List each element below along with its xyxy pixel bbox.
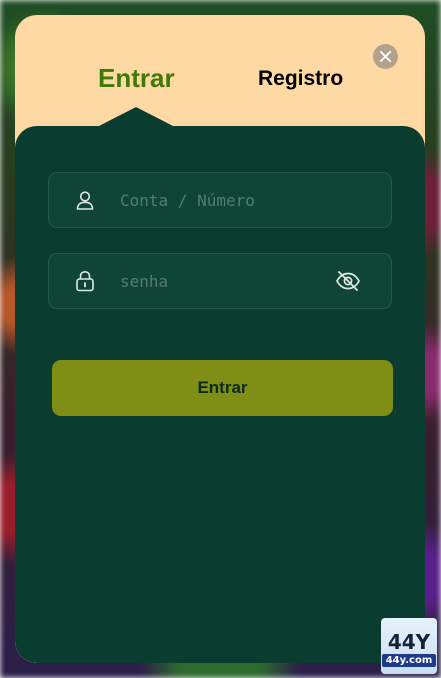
password-field [48, 253, 392, 309]
eye-off-icon[interactable] [335, 268, 361, 294]
lock-icon [74, 270, 96, 292]
watermark-title: 44Y [387, 629, 431, 654]
login-modal: Entrar Registro Conta / Número Entrar [15, 15, 425, 663]
account-input[interactable] [118, 172, 391, 228]
active-tab-indicator [97, 107, 175, 127]
auth-tabs: Entrar Registro [15, 63, 425, 103]
user-icon [74, 189, 96, 211]
login-submit-button[interactable]: Entrar [52, 360, 393, 416]
watermark-domain: 44y.com [381, 653, 437, 667]
site-watermark-logo: 44Y 44y.com [381, 618, 437, 674]
tab-register[interactable]: Registro [258, 67, 343, 91]
password-input[interactable] [118, 253, 335, 309]
close-icon [379, 50, 392, 63]
tab-login[interactable]: Entrar [98, 63, 175, 94]
account-field [48, 172, 392, 228]
